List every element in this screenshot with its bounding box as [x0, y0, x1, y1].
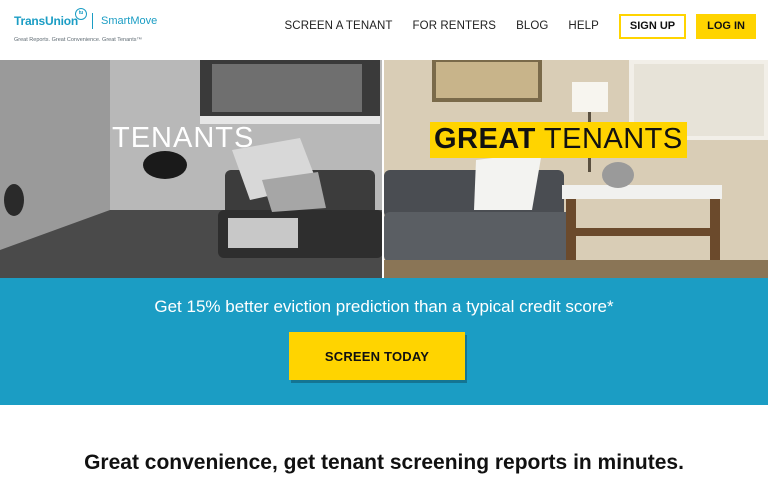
log-in-button[interactable]: LOG IN: [696, 13, 756, 39]
nav-for-renters[interactable]: FOR RENTERS: [413, 20, 497, 32]
hero-label-great-tenants: GREAT TENANTS: [430, 122, 687, 158]
smartmove-wordmark: SmartMove: [101, 15, 158, 27]
logo-row: TransUnion tu SmartMove: [14, 8, 184, 32]
transunion-brand: TransUnion: [14, 14, 79, 28]
transunion-wordmark: TransUnion tu: [14, 8, 88, 28]
hero-right-clean-room: [384, 60, 768, 278]
hero-label-great-rest: TENANTS: [535, 123, 683, 155]
sign-up-button[interactable]: SIGN UP: [618, 13, 687, 39]
banner-headline: Get 15% better eviction prediction than …: [154, 297, 614, 316]
nav-screen-a-tenant[interactable]: SCREEN A TENANT: [285, 20, 393, 32]
convenience-headline: Great convenience, get tenant screening …: [0, 451, 768, 475]
transunion-smartmove-logo[interactable]: TransUnion tu SmartMove Great Reports. G…: [14, 8, 184, 50]
hero-label-tenants: TENANTS: [112, 122, 255, 154]
nav-blog[interactable]: BLOG: [516, 20, 548, 32]
damaged-room-illustration: [0, 60, 382, 278]
tu-badge-icon: tu: [75, 8, 88, 20]
convenience-headline-bold: Great convenience: [84, 451, 272, 474]
hero-left-damaged-room: [0, 60, 382, 278]
screen-today-button[interactable]: SCREEN TODAY: [289, 332, 465, 380]
convenience-headline-rest: , get tenant screening reports in minute…: [272, 451, 684, 474]
nav-help[interactable]: HELP: [568, 20, 598, 32]
logo-divider: [92, 13, 94, 29]
hero-comparison: TENANTS GREAT TENANTS: [0, 60, 768, 278]
clean-room-illustration: [384, 60, 768, 278]
logo-tagline: Great Reports. Great Convenience. Great …: [14, 37, 142, 43]
main-nav: SCREEN A TENANT FOR RENTERS BLOG HELP SI…: [285, 13, 756, 39]
hero-label-great-bold: GREAT: [434, 123, 536, 155]
promo-banner: Get 15% better eviction prediction than …: [0, 278, 768, 405]
site-header: TransUnion tu SmartMove Great Reports. G…: [0, 0, 768, 60]
